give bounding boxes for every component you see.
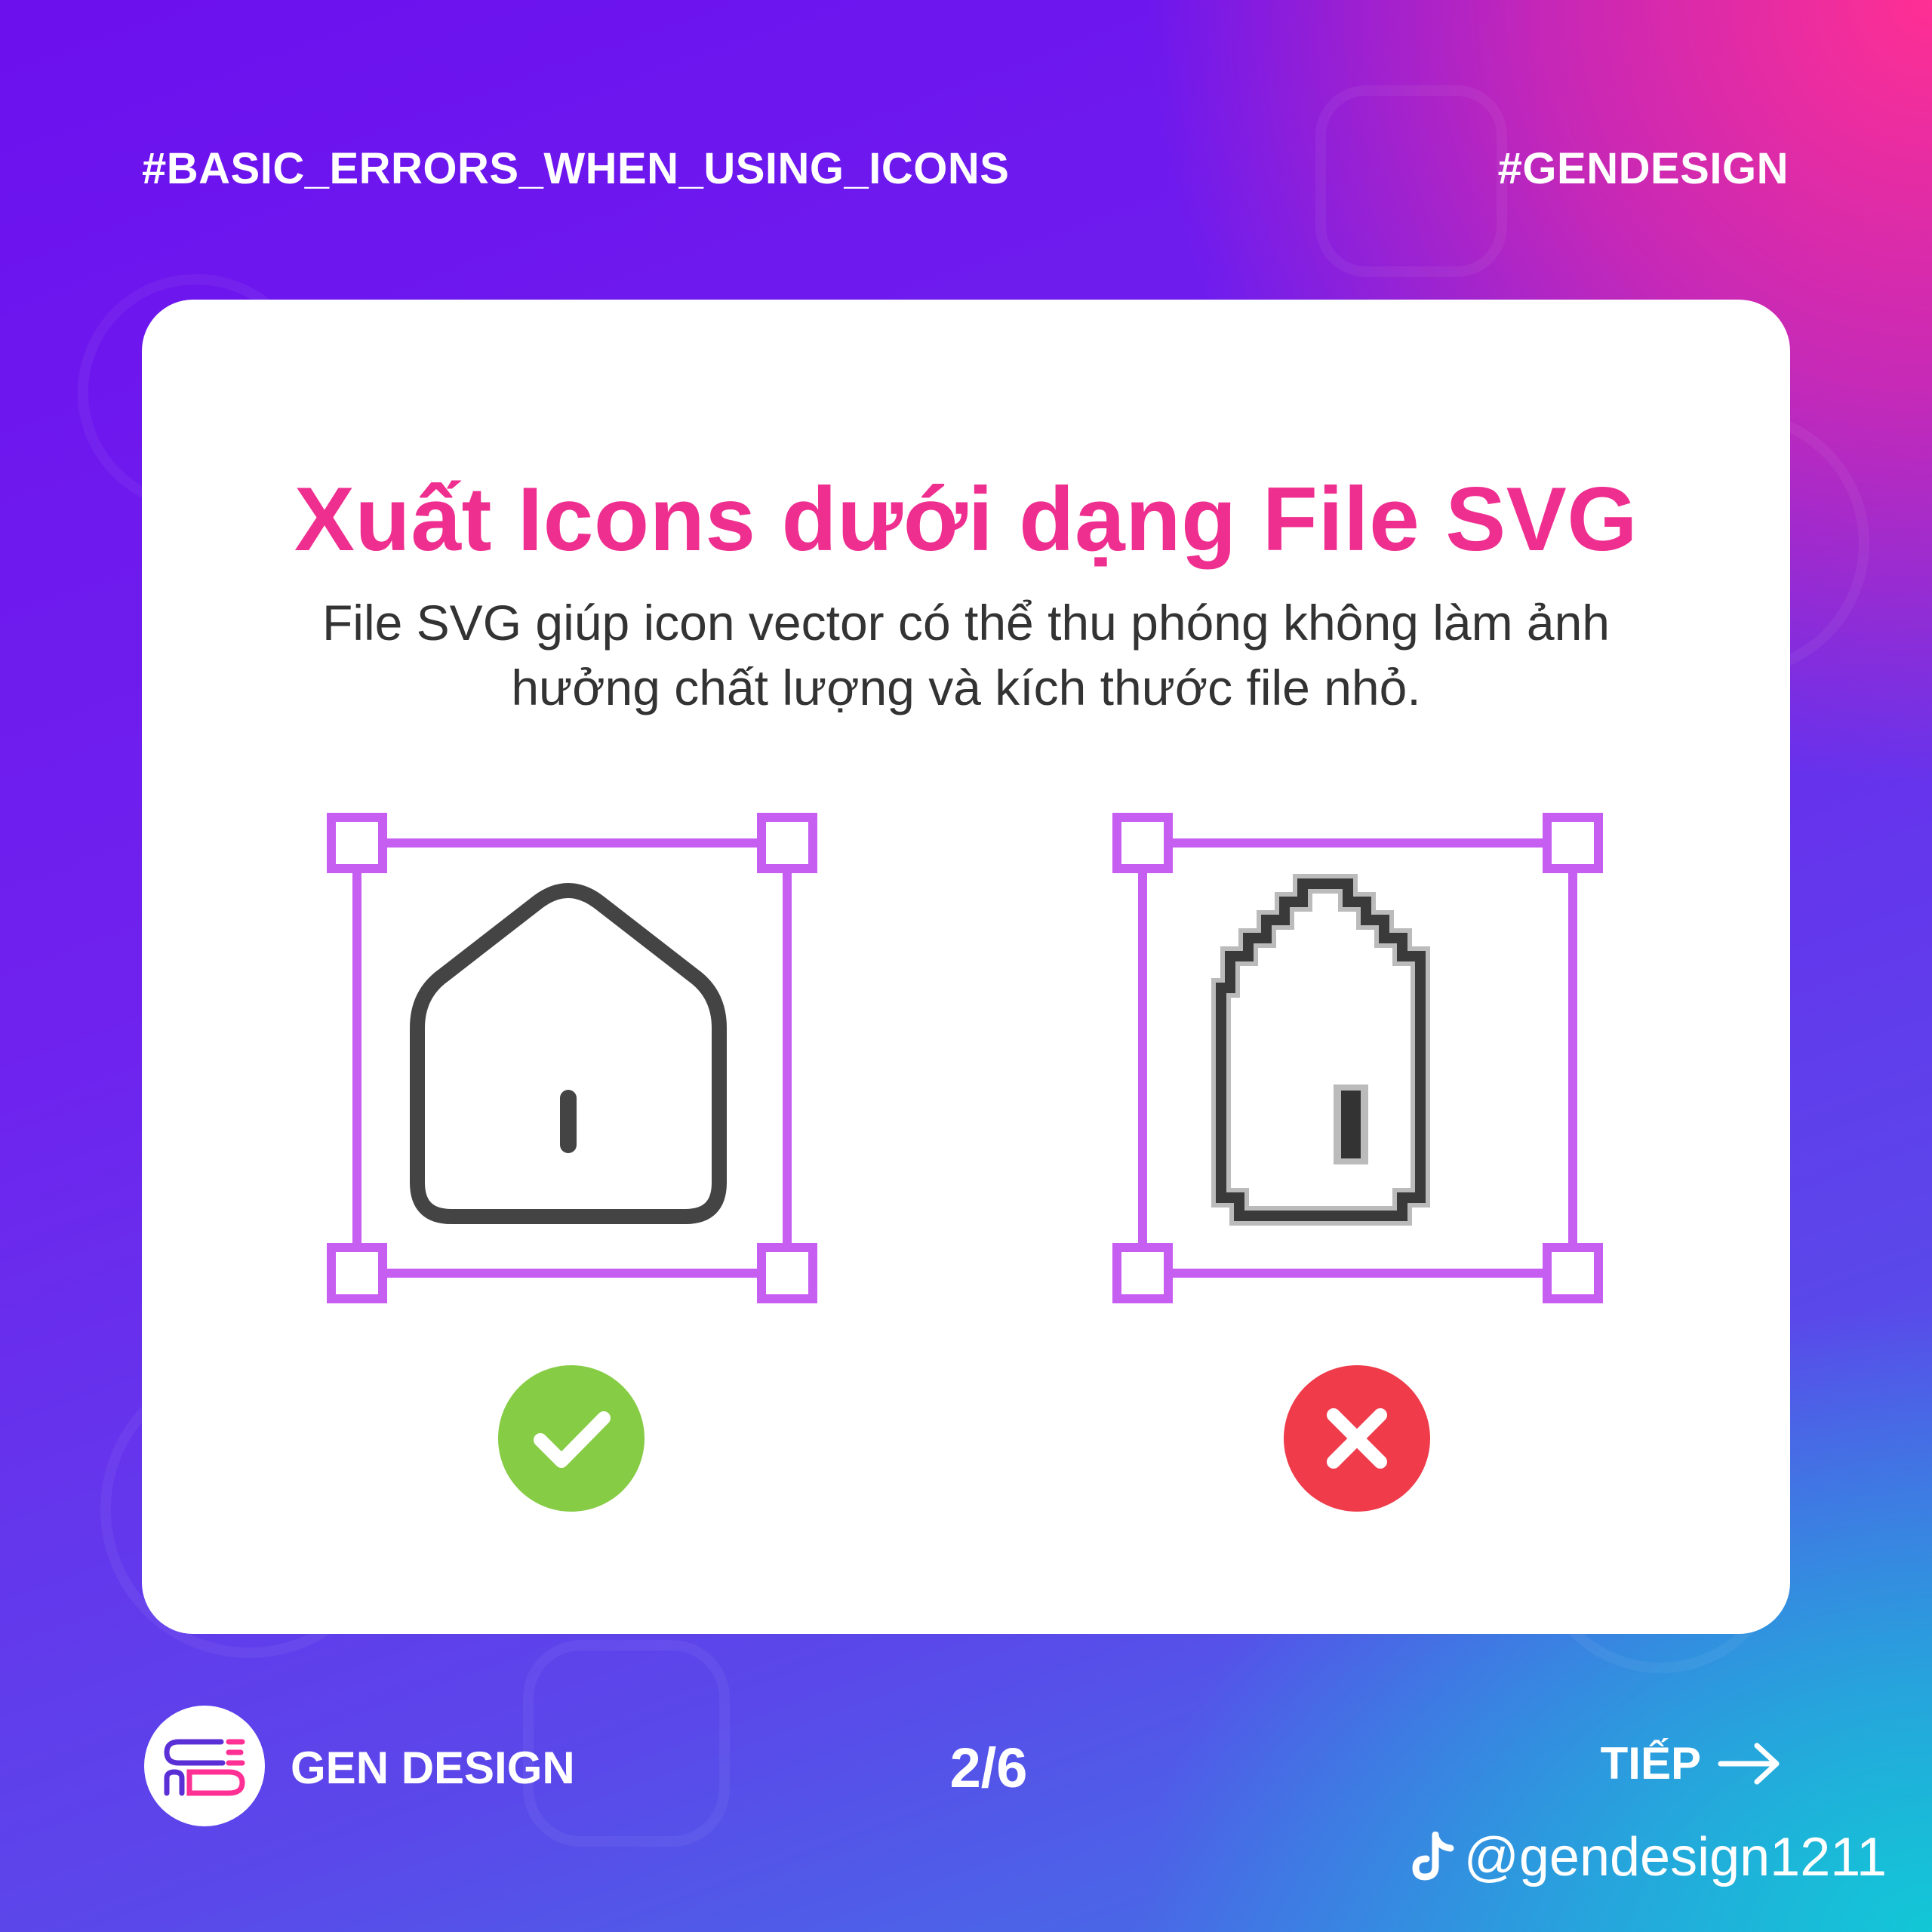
raster-example	[1112, 813, 1603, 1303]
gen-design-logo-icon	[164, 1739, 245, 1796]
brand-logo	[144, 1706, 265, 1826]
card-title: Xuất Icons dưới dạng File SVG	[294, 469, 1638, 570]
next-label: TIẾP	[1600, 1738, 1701, 1789]
cross-icon	[1327, 1408, 1387, 1469]
hashtag-topic: #BASIC_ERRORS_WHEN_USING_ICONS	[142, 144, 1010, 193]
check-icon	[534, 1411, 611, 1468]
home-icon-pixelated	[1211, 874, 1430, 1226]
next-button[interactable]: TIẾP	[1601, 1737, 1781, 1789]
arrow-right-icon	[1718, 1743, 1780, 1784]
wrong-badge	[1284, 1365, 1430, 1512]
tiktok-handle: @gendesign1211	[1410, 1826, 1887, 1888]
handle-text: @gendesign1211	[1463, 1827, 1887, 1887]
tiktok-icon	[1412, 1832, 1454, 1881]
brand-name: GEN DESIGN	[291, 1743, 575, 1793]
hashtag-brand: #GENDESIGN	[1497, 144, 1789, 193]
home-icon	[410, 883, 727, 1224]
content-card: Xuất Icons dưới dạng File SVG File SVG g…	[142, 300, 1790, 1634]
page-indicator: 2/6	[949, 1737, 1028, 1799]
vector-example	[327, 813, 817, 1303]
correct-badge	[498, 1365, 645, 1512]
card-description: File SVG giúp icon vector có thể thu phó…	[321, 595, 1611, 715]
